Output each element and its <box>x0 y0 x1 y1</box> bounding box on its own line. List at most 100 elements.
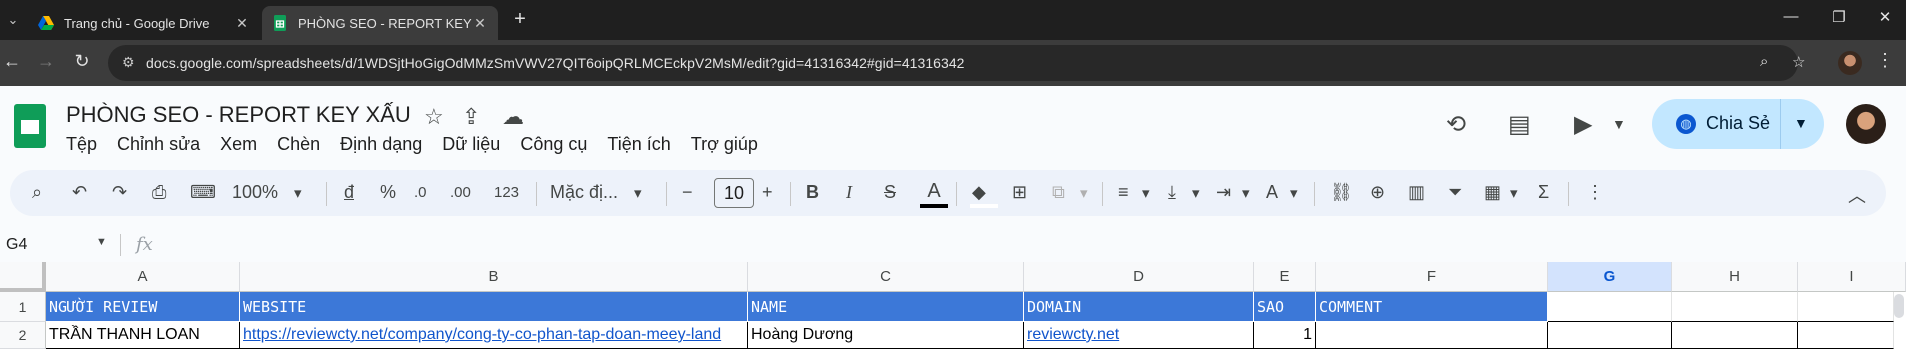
comments-icon[interactable]: ▤ <box>1508 110 1531 139</box>
search-menus-icon[interactable]: ⌕ <box>32 182 42 203</box>
name-box-value[interactable]: G4 <box>6 236 27 253</box>
more-formats-button[interactable]: 123 <box>494 184 519 201</box>
menu-extensions[interactable]: Tiện ích <box>607 134 670 156</box>
cell-g1[interactable] <box>1548 292 1672 322</box>
column-header-a[interactable]: A <box>46 262 240 292</box>
halign-dropdown-icon[interactable]: ▾ <box>1142 184 1150 202</box>
insert-chart-icon[interactable]: ▥ <box>1408 182 1425 203</box>
address-bar[interactable]: ⚙ docs.google.com/spreadsheets/d/1WDSjtH… <box>108 45 1805 81</box>
text-wrapping-icon[interactable]: ⇥ <box>1216 182 1231 203</box>
account-avatar[interactable] <box>1846 104 1886 144</box>
cell-c2[interactable]: Hoàng Dương <box>748 322 1024 349</box>
url-text[interactable]: docs.google.com/spreadsheets/d/1WDSjtHoG… <box>146 55 965 71</box>
font-size-input[interactable]: 10 <box>714 178 754 208</box>
cell-a1[interactable]: NGƯỜI REVIEW <box>46 292 240 322</box>
meet-video-icon[interactable]: ▶ <box>1574 110 1592 139</box>
cell-b2-link[interactable]: https://reviewcty.net/company/cong-ty-co… <box>240 322 748 349</box>
column-header-d[interactable]: D <box>1024 262 1254 292</box>
cell-d1[interactable]: DOMAIN <box>1024 292 1254 322</box>
undo-icon[interactable]: ↶ <box>72 182 87 203</box>
column-header-i[interactable]: I <box>1798 262 1906 292</box>
font-select[interactable]: Mặc đị... <box>550 182 618 203</box>
percent-format-button[interactable]: % <box>380 182 396 203</box>
menu-view[interactable]: Xem <box>220 134 257 156</box>
cell-b1[interactable]: WEBSITE <box>240 292 748 322</box>
column-header-e[interactable]: E <box>1254 262 1316 292</box>
bookmark-star-icon[interactable]: ☆ <box>1792 53 1805 71</box>
increase-decimal-button[interactable]: .00 <box>450 184 471 201</box>
cell-f1[interactable]: COMMENT <box>1316 292 1548 322</box>
cell-i1[interactable] <box>1798 292 1894 322</box>
sheets-logo[interactable] <box>14 104 46 148</box>
column-header-g[interactable]: G <box>1548 262 1672 292</box>
document-title[interactable]: PHÒNG SEO - REPORT KEY XẤU <box>66 102 411 128</box>
name-box-dropdown-icon[interactable]: ▼ <box>96 236 107 248</box>
insert-comment-icon[interactable]: ⊕ <box>1370 182 1385 203</box>
strikethrough-icon[interactable]: S <box>884 182 896 203</box>
cell-g2[interactable] <box>1548 322 1672 349</box>
borders-icon[interactable]: ⊞ <box>1012 182 1027 203</box>
column-header-c[interactable]: C <box>748 262 1024 292</box>
cloud-status-icon[interactable]: ☁ <box>502 104 524 130</box>
cell-i2[interactable] <box>1798 322 1894 349</box>
more-options-icon[interactable]: ⋮ <box>1586 182 1604 203</box>
fill-color-icon[interactable]: ◆ <box>972 182 986 203</box>
cell-d2-link[interactable]: reviewcty.net <box>1024 322 1254 349</box>
text-rotation-icon[interactable]: A <box>1266 182 1278 203</box>
font-dropdown-icon[interactable]: ▾ <box>634 184 642 202</box>
reload-icon[interactable]: ↻ <box>70 51 94 72</box>
new-tab-icon[interactable]: + <box>508 8 532 31</box>
menu-help[interactable]: Trợ giúp <box>691 134 758 156</box>
bold-icon[interactable]: B <box>806 182 819 203</box>
vertical-align-icon[interactable]: ⤓ <box>1168 182 1176 203</box>
increase-font-size-icon[interactable]: + <box>762 182 773 203</box>
hide-menus-chevron-icon[interactable]: ︿ <box>1848 182 1866 208</box>
cell-h1[interactable] <box>1672 292 1798 322</box>
functions-icon[interactable]: Σ <box>1538 182 1549 203</box>
restore-icon[interactable]: ❐ <box>1824 8 1854 26</box>
decrease-decimal-button[interactable]: .0 <box>414 184 427 201</box>
horizontal-align-icon[interactable]: ≡ <box>1118 182 1129 203</box>
italic-icon[interactable]: I <box>846 182 852 203</box>
move-to-drive-icon[interactable]: ⇪ <box>462 104 480 130</box>
meet-dropdown-icon[interactable]: ▼ <box>1612 116 1626 132</box>
select-all-corner[interactable] <box>0 262 46 292</box>
cell-e2[interactable]: 1 <box>1254 322 1316 349</box>
close-tab-icon[interactable]: ✕ <box>234 15 250 32</box>
paint-format-icon[interactable]: ⌨ <box>190 182 216 203</box>
vertical-scrollbar[interactable] <box>1894 294 1904 318</box>
row-header-2[interactable]: 2 <box>0 322 46 349</box>
wrap-dropdown-icon[interactable]: ▾ <box>1242 184 1250 202</box>
browser-menu-icon[interactable]: ⋮ <box>1876 50 1894 71</box>
zoom-icon[interactable]: ⌕ <box>1760 53 1768 70</box>
version-history-icon[interactable]: ⟲ <box>1446 110 1466 139</box>
menu-file[interactable]: Tệp <box>66 134 97 156</box>
print-icon[interactable]: ⎙ <box>152 182 166 203</box>
share-button[interactable]: ◍ Chia Sẻ ▼ <box>1652 99 1824 149</box>
text-color-icon[interactable]: A <box>920 180 948 208</box>
cell-h2[interactable] <box>1672 322 1798 349</box>
valign-dropdown-icon[interactable]: ▾ <box>1192 184 1200 202</box>
row-header-1[interactable]: 1 <box>0 292 46 322</box>
zoom-select[interactable]: 100% <box>232 182 278 203</box>
cell-c1[interactable]: NAME <box>748 292 1024 322</box>
merge-dropdown-icon[interactable]: ▾ <box>1080 184 1088 202</box>
close-tab-icon[interactable]: ✕ <box>472 15 488 32</box>
filter-views-dropdown-icon[interactable]: ▾ <box>1510 184 1518 202</box>
currency-format-button[interactable]: đ <box>344 182 354 203</box>
share-dropdown-icon[interactable]: ▼ <box>1794 115 1808 131</box>
star-icon[interactable]: ☆ <box>424 104 444 130</box>
insert-link-icon[interactable]: ⛓ <box>1330 182 1353 203</box>
rotation-dropdown-icon[interactable]: ▾ <box>1290 184 1298 202</box>
cell-e1[interactable]: SAO <box>1254 292 1316 322</box>
menu-edit[interactable]: Chỉnh sửa <box>117 134 200 156</box>
tab-search-chevron-icon[interactable]: ⌄ <box>2 8 24 32</box>
column-header-b[interactable]: B <box>240 262 748 292</box>
menu-data[interactable]: Dữ liệu <box>442 134 500 156</box>
browser-profile-avatar[interactable] <box>1838 51 1862 75</box>
filter-views-icon[interactable]: ▦ <box>1484 182 1501 203</box>
forward-icon[interactable]: → <box>34 51 58 72</box>
tab-google-drive[interactable]: Trang chủ - Google Drive ✕ <box>28 6 260 40</box>
minimize-icon[interactable]: — <box>1776 8 1806 25</box>
name-box[interactable]: G4 ▼ <box>6 236 107 254</box>
